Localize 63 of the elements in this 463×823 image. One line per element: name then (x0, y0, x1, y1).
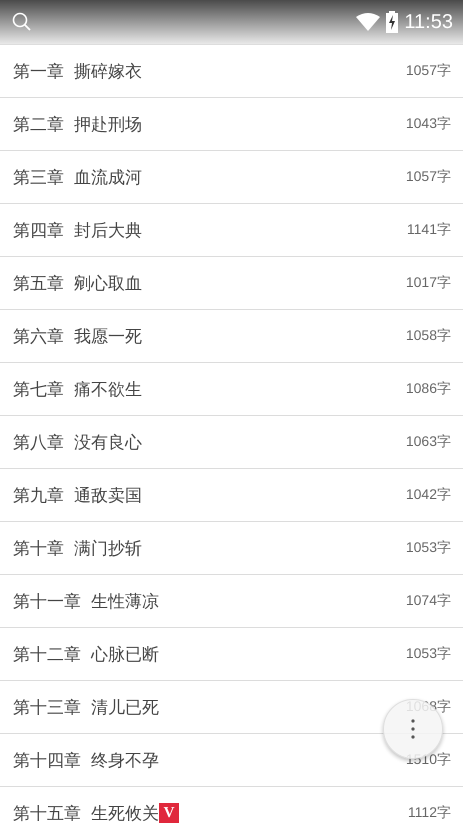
chapter-item[interactable]: 第一章 撕碎嫁衣 1057字 (0, 45, 463, 98)
chapter-title: 封后大典 (74, 220, 142, 242)
chapter-number: 第五章 (13, 272, 64, 294)
chapter-item[interactable]: 第九章 通敌卖国 1042字 (0, 469, 463, 522)
status-time: 11:53 (404, 10, 453, 34)
chapter-number: 第九章 (13, 484, 64, 506)
word-count: 1141字 (406, 221, 451, 239)
wifi-icon (356, 13, 380, 31)
chapter-title: 心脉已断 (91, 644, 159, 666)
word-count: 1057字 (406, 62, 451, 80)
chapter-title: 通敌卖国 (74, 484, 142, 506)
chapter-item[interactable]: 第十五章 生死攸关 V 1112字 (0, 787, 463, 823)
chapter-title: 血流成河 (74, 166, 142, 188)
chapter-number: 第十一章 (13, 590, 81, 612)
chapter-item[interactable]: 第五章 剜心取血 1017字 (0, 257, 463, 310)
battery-charging-icon (386, 11, 398, 33)
chapter-item[interactable]: 第七章 痛不欲生 1086字 (0, 363, 463, 416)
chapter-item[interactable]: 第十章 满门抄斩 1053字 (0, 522, 463, 575)
chapter-number: 第四章 (13, 220, 64, 242)
chapter-title: 生性薄凉 (91, 590, 159, 612)
chapter-item[interactable]: 第二章 押赴刑场 1043字 (0, 98, 463, 151)
word-count: 1058字 (406, 327, 451, 345)
chapter-item[interactable]: 第四章 封后大典 1141字 (0, 204, 463, 257)
chapter-number: 第十二章 (13, 644, 81, 666)
vip-badge: V (159, 803, 179, 823)
chapter-title: 剜心取血 (74, 272, 142, 294)
word-count: 1086字 (406, 380, 451, 398)
chapter-title: 满门抄斩 (74, 538, 142, 560)
word-count: 1053字 (406, 645, 451, 663)
more-icon (411, 719, 415, 739)
chapter-number: 第八章 (13, 432, 64, 454)
chapter-number: 第三章 (13, 166, 64, 188)
chapter-number: 第七章 (13, 378, 64, 400)
word-count: 1074字 (406, 592, 451, 610)
search-icon[interactable] (12, 12, 32, 32)
chapter-number: 第六章 (13, 326, 64, 348)
word-count: 1063字 (406, 433, 451, 451)
word-count: 1510字 (406, 751, 451, 769)
chapter-title: 终身不孕 (91, 750, 159, 772)
word-count: 1043字 (406, 115, 451, 133)
chapter-number: 第十章 (13, 538, 64, 560)
chapter-title: 撕碎嫁衣 (74, 60, 142, 82)
chapter-title: 清儿已死 (91, 696, 159, 718)
word-count: 1017字 (406, 274, 451, 292)
chapter-number: 第十四章 (13, 750, 81, 772)
chapter-title: 生死攸关 (91, 802, 159, 823)
chapter-title: 我愿一死 (74, 326, 142, 348)
chapter-title: 押赴刑场 (74, 114, 142, 136)
chapter-number: 第二章 (13, 114, 64, 136)
chapter-number: 第一章 (13, 60, 64, 82)
chapter-item[interactable]: 第三章 血流成河 1057字 (0, 151, 463, 204)
chapter-number: 第十五章 (13, 802, 81, 823)
chapter-title: 没有良心 (74, 432, 142, 454)
word-count: 1042字 (406, 486, 451, 504)
chapter-item[interactable]: 第十二章 心脉已断 1053字 (0, 628, 463, 681)
chapter-item[interactable]: 第十一章 生性薄凉 1074字 (0, 575, 463, 628)
word-count: 1112字 (408, 804, 451, 822)
chapter-item[interactable]: 第八章 没有良心 1063字 (0, 416, 463, 469)
word-count: 1053字 (406, 539, 451, 557)
chapter-number: 第十三章 (13, 696, 81, 718)
chapter-title: 痛不欲生 (74, 378, 142, 400)
chapter-item[interactable]: 第六章 我愿一死 1058字 (0, 310, 463, 363)
word-count: 1057字 (406, 168, 451, 186)
